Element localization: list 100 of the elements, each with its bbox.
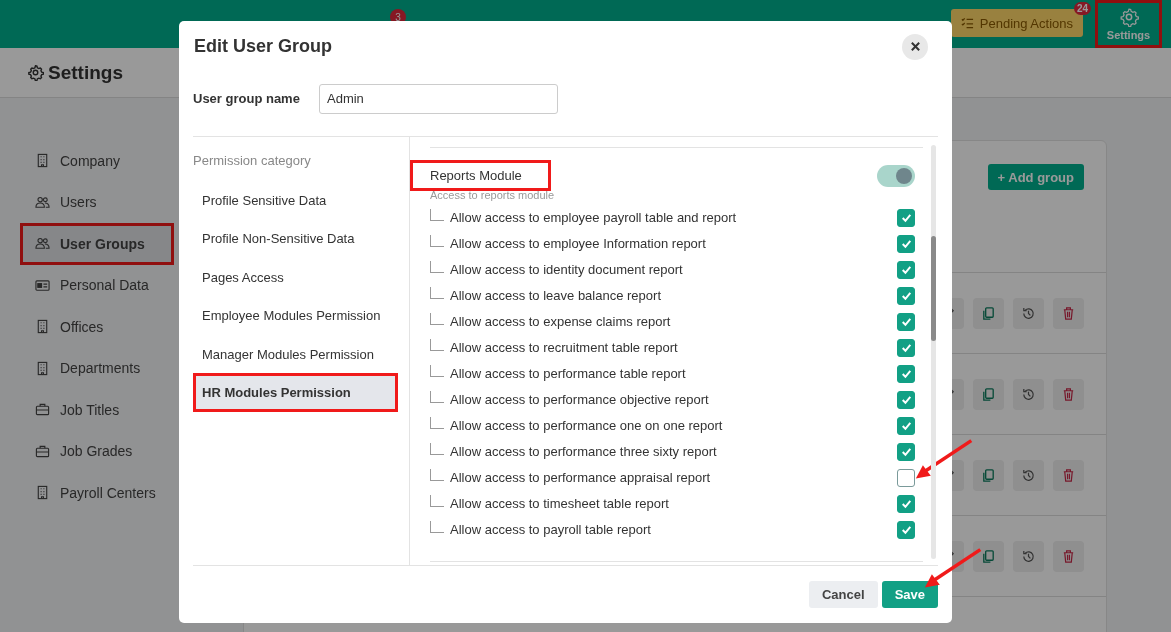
briefcase-icon <box>35 443 50 459</box>
delete-button[interactable] <box>1053 297 1084 329</box>
sidebar-item[interactable]: Job Titles <box>20 389 174 431</box>
checkbox[interactable] <box>897 260 915 279</box>
copy-button[interactable] <box>973 378 1004 410</box>
building-icon <box>35 360 50 376</box>
checkbox[interactable] <box>897 312 915 331</box>
toggle-switch[interactable] <box>877 164 915 187</box>
copy-icon <box>981 548 996 564</box>
sidebar-item[interactable]: Company <box>20 140 174 182</box>
trash-icon <box>1061 305 1076 321</box>
sidebar-item[interactable]: Departments <box>20 347 174 389</box>
building-icon <box>35 485 50 501</box>
category-item[interactable]: Profile Sensitive Data <box>193 180 398 220</box>
tree-branch-icon <box>430 286 444 299</box>
checkbox[interactable] <box>897 208 915 227</box>
count-badge: 24 <box>1073 2 1091 15</box>
permission-label: Allow access to performance table report <box>450 366 687 382</box>
dialog-title: Edit User Group <box>194 36 332 58</box>
building-icon <box>35 319 50 335</box>
check-icon <box>899 263 913 277</box>
trash-icon <box>1061 548 1076 564</box>
tree-branch-icon <box>430 234 444 247</box>
check-icon <box>899 367 913 381</box>
permission-label: Allow access to performance objective report <box>450 392 710 408</box>
check-icon <box>899 237 913 251</box>
category-item[interactable]: Manager Modules Permission <box>193 334 398 374</box>
cancel-button[interactable]: Cancel <box>809 581 878 609</box>
checkbox[interactable] <box>897 286 915 305</box>
permission-label: Allow access to recruitment table report <box>450 340 679 356</box>
check-icon <box>899 211 913 225</box>
copy-button[interactable] <box>973 297 1004 329</box>
delete-button[interactable] <box>1053 378 1084 410</box>
history-button[interactable] <box>1013 459 1044 491</box>
history-button[interactable] <box>1013 540 1044 572</box>
tree-branch-icon <box>430 494 444 507</box>
close-button[interactable] <box>902 33 928 60</box>
checkbox[interactable] <box>897 338 915 357</box>
check-icon <box>899 341 913 355</box>
permission-label: Allow access to performance appraisal report <box>450 470 712 486</box>
settings-icon <box>1118 7 1139 27</box>
tree-branch-icon <box>430 312 444 325</box>
permission-label: Allow access to payroll table report <box>450 522 652 538</box>
sidebar-item[interactable]: Job Grades <box>20 430 174 472</box>
delete-button[interactable] <box>1053 540 1084 572</box>
copy-button[interactable] <box>973 459 1004 491</box>
settings-icon <box>27 64 44 81</box>
id-card-icon <box>35 277 50 293</box>
checkbox[interactable] <box>897 468 915 487</box>
checkbox[interactable] <box>897 416 915 435</box>
trash-icon <box>1061 467 1076 483</box>
sidebar-item[interactable]: Payroll Centers <box>20 472 174 514</box>
check-icon <box>899 289 913 303</box>
tree-branch-icon <box>430 468 444 481</box>
module-title: Reports Module <box>410 160 551 192</box>
sidebar-item[interactable]: Offices <box>20 306 174 348</box>
copy-icon <box>981 305 996 321</box>
history-icon <box>1021 548 1036 564</box>
copy-button[interactable] <box>973 540 1004 572</box>
checkbox[interactable] <box>897 364 915 383</box>
category-item[interactable]: Employee Modules Permission <box>193 296 398 335</box>
field-label: User group name <box>193 91 301 107</box>
users-icon <box>35 194 50 210</box>
history-button[interactable] <box>1013 297 1044 329</box>
sidebar-item[interactable]: Users <box>20 181 174 223</box>
category-heading: Permission category <box>193 151 312 170</box>
tree-branch-icon <box>430 390 444 403</box>
sidebar-item[interactable]: User Groups <box>20 223 174 265</box>
delete-button[interactable] <box>1053 459 1084 491</box>
permission-label: Allow access to timesheet table report <box>450 496 670 512</box>
checkbox[interactable] <box>897 390 915 409</box>
briefcase-icon <box>35 402 50 418</box>
trash-icon <box>1061 386 1076 402</box>
checklist-icon <box>960 17 974 29</box>
history-icon <box>1021 467 1036 483</box>
history-icon <box>1021 386 1036 402</box>
checkbox[interactable] <box>897 442 915 461</box>
history-button[interactable] <box>1013 378 1044 410</box>
group-name-field[interactable]: Admin <box>319 83 558 114</box>
check-icon <box>899 393 913 407</box>
check-icon <box>899 445 913 459</box>
check-icon <box>899 523 913 537</box>
copy-icon <box>981 467 996 483</box>
permission-label: Allow access to expense claims report <box>450 314 672 330</box>
checkbox[interactable] <box>897 520 915 539</box>
sidebar-item[interactable]: Personal Data <box>20 264 174 306</box>
category-item[interactable]: HR Modules Permission <box>193 373 398 412</box>
category-item[interactable]: Pages Access <box>193 257 398 297</box>
tree-branch-icon <box>430 208 444 221</box>
tree-branch-icon <box>430 520 444 533</box>
tree-branch-icon <box>430 260 444 273</box>
save-button[interactable]: Save <box>881 581 938 609</box>
tree-branch-icon <box>430 416 444 429</box>
category-item[interactable]: Profile Non-Sensitive Data <box>193 219 398 258</box>
check-icon <box>899 315 913 329</box>
copy-icon <box>981 386 996 402</box>
check-icon <box>899 497 913 511</box>
checkbox[interactable] <box>897 234 915 253</box>
permission-label: Allow access to performance three sixty report <box>450 444 718 460</box>
checkbox[interactable] <box>897 494 915 513</box>
